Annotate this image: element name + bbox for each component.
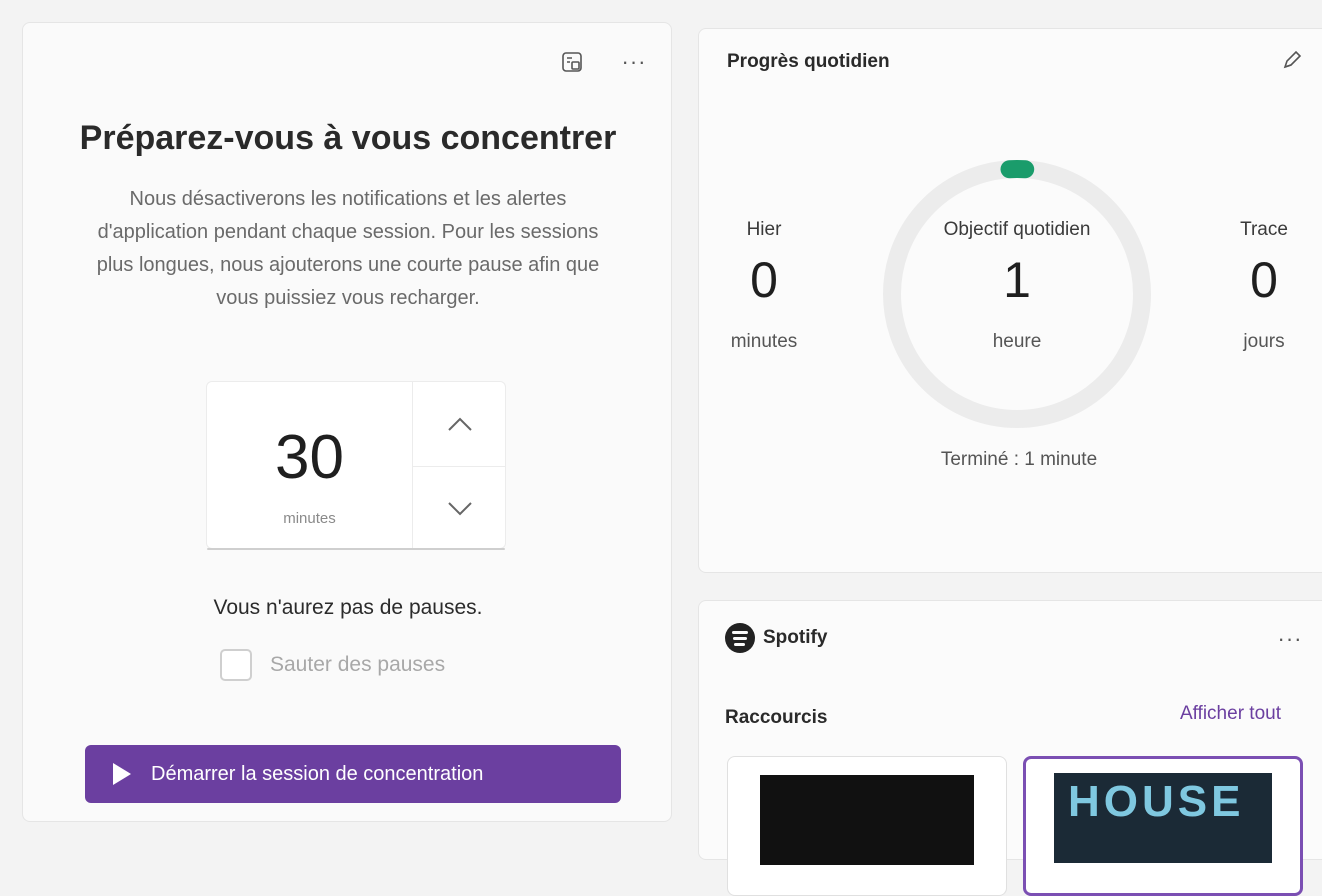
streak-value: 0 [1209,255,1319,305]
streak-stat: Trace 0 jours [1209,219,1319,353]
album-art-text: HOUSE [1068,777,1244,827]
increase-duration-button[interactable] [413,382,507,466]
daily-goal-stat[interactable]: Objectif quotidien 1 heure [877,219,1157,353]
focus-panel: ··· Préparez-vous à vous concentrer Nous… [22,22,672,822]
shortcut-tile[interactable]: HOUSE [1023,756,1303,896]
start-button-label: Démarrer la session de concentration [151,763,483,786]
decrease-duration-button[interactable] [413,467,507,551]
daily-goal-unit: heure [877,331,1157,353]
shortcuts-label: Raccourcis [725,707,827,729]
view-all-link[interactable]: Afficher tout [1180,703,1281,725]
album-art: HOUSE [1054,773,1272,863]
spotify-logo-icon [725,623,755,653]
yesterday-unit: minutes [699,331,829,353]
more-options-icon[interactable]: ··· [1273,629,1307,649]
start-focus-session-button[interactable]: Démarrer la session de concentration [85,745,621,803]
spotify-title: Spotify [763,627,827,649]
yesterday-stat: Hier 0 minutes [699,219,829,353]
streak-unit: jours [1209,331,1319,353]
focus-description: Nous désactiverons les notifications et … [83,183,613,315]
shortcut-tile[interactable] [727,756,1007,896]
completed-text: Terminé : 1 minute [699,449,1322,471]
skip-breaks-checkbox[interactable] [220,649,252,681]
screen-icon[interactable] [559,49,585,75]
daily-goal-value: 1 [877,255,1157,305]
yesterday-value: 0 [699,255,829,305]
focus-title: Préparez-vous à vous concentrer [23,119,673,158]
chevron-up-icon [447,416,473,432]
chevron-down-icon [447,501,473,517]
spotify-card: Spotify ··· Raccourcis Afficher tout HOU… [698,600,1322,860]
play-icon [113,763,131,785]
skip-breaks-option[interactable]: Sauter des pauses [220,649,445,681]
duration-value[interactable]: 30 [207,427,412,489]
duration-stepper[interactable]: 30 minutes [206,381,506,549]
daily-goal-label: Objectif quotidien [877,219,1157,241]
edit-pencil-icon[interactable] [1277,45,1307,75]
more-options-icon[interactable]: ··· [619,49,649,75]
progress-title: Progrès quotidien [727,51,890,73]
yesterday-label: Hier [699,219,829,241]
streak-label: Trace [1209,219,1319,241]
album-art [760,775,974,865]
breaks-info: Vous n'aurez pas de pauses. [23,596,673,620]
duration-unit: minutes [207,510,412,527]
skip-breaks-label: Sauter des pauses [270,653,445,677]
daily-progress-card: Progrès quotidien Hier 0 minutes Objecti… [698,28,1322,573]
